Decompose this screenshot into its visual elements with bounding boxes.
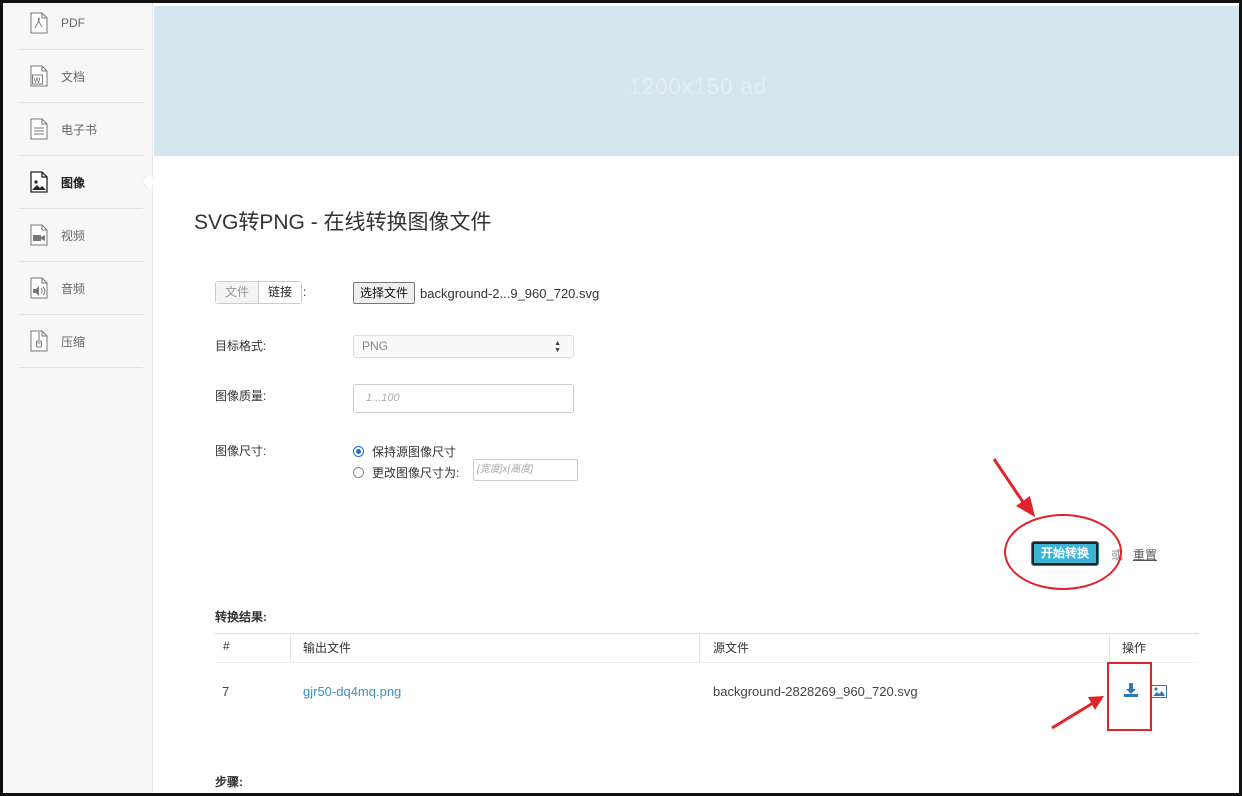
- tab-link[interactable]: 链接: [259, 282, 302, 303]
- results-label: 转换结果:: [215, 610, 267, 624]
- sidebar-item-documents[interactable]: W 文档: [19, 50, 143, 103]
- custom-size-input[interactable]: [宽度]x[高度]: [473, 459, 578, 481]
- source-colon: :: [303, 285, 307, 299]
- source-tabs: 文件 链接: [215, 281, 303, 304]
- size-change-option[interactable]: 更改图像尺寸为:: [353, 464, 459, 481]
- selected-file-name: background-2...9_960_720.svg: [420, 286, 600, 301]
- target-format-select[interactable]: PNG ▲ ▼: [353, 335, 574, 358]
- column-divider: [290, 634, 291, 662]
- row-index: 7: [222, 684, 230, 699]
- col-header-source: 源文件: [713, 641, 750, 655]
- target-format-label: 目标格式:: [215, 339, 267, 353]
- sidebar-item-label: 图像: [61, 175, 86, 190]
- sidebar-item-images[interactable]: 图像: [19, 156, 143, 209]
- image-quality-input[interactable]: 1...100: [353, 384, 574, 413]
- column-divider: [699, 634, 700, 662]
- download-icon[interactable]: [1123, 683, 1139, 697]
- word-file-icon: W: [29, 64, 49, 88]
- ad-banner[interactable]: 1200x150 ad: [154, 6, 1239, 156]
- col-header-index: #: [223, 639, 230, 653]
- table-top-border: [215, 633, 1199, 634]
- app-frame: PDF W 文档 电子书 图像 视频 音频 压缩 1200x150 ad SVG…: [0, 0, 1242, 796]
- page-title: SVG转PNG - 在线转换图像文件: [194, 211, 492, 234]
- sidebar-item-label: 电子书: [61, 122, 98, 137]
- archive-file-icon: [29, 329, 49, 353]
- size-keep-label: 保持源图像尺寸: [372, 445, 457, 459]
- sidebar-item-label: 文档: [61, 69, 86, 84]
- steps-label: 步骤:: [215, 775, 243, 789]
- sidebar-item-label: PDF: [61, 16, 85, 30]
- video-file-icon: [29, 223, 49, 247]
- size-keep-radio[interactable]: [353, 446, 364, 457]
- image-size-label: 图像尺寸:: [215, 444, 267, 458]
- audio-file-icon: [29, 276, 49, 300]
- target-format-value: PNG: [362, 339, 389, 353]
- preview-image-icon[interactable]: [1151, 685, 1167, 699]
- source-file-name: background-2828269_960_720.svg: [713, 684, 918, 699]
- size-change-label: 更改图像尺寸为:: [372, 466, 460, 480]
- sidebar-item-ebooks[interactable]: 电子书: [19, 103, 143, 156]
- tab-file[interactable]: 文件: [216, 282, 260, 303]
- sidebar-item-pdf[interactable]: PDF: [19, 3, 143, 50]
- arrow-to-convert-icon: [992, 458, 1035, 517]
- start-convert-button[interactable]: 开始转换: [1031, 541, 1099, 566]
- arrow-to-download-icon: [1051, 696, 1104, 730]
- or-text: 或: [1111, 548, 1124, 562]
- sidebar-item-audio[interactable]: 音频: [19, 262, 143, 315]
- pdf-file-icon: [29, 11, 49, 35]
- col-header-actions: 操作: [1122, 641, 1147, 655]
- sidebar-item-label: 视频: [61, 228, 86, 243]
- output-file-link[interactable]: gjr50-dq4mq.png: [303, 684, 401, 699]
- sidebar: PDF W 文档 电子书 图像 视频 音频 压缩: [3, 3, 153, 793]
- image-quality-label: 图像质量:: [215, 389, 267, 403]
- sidebar-item-video[interactable]: 视频: [19, 209, 143, 262]
- ebook-file-icon: [29, 117, 49, 141]
- col-header-output: 输出文件: [303, 641, 352, 655]
- column-divider: [1109, 634, 1110, 662]
- size-change-radio[interactable]: [353, 467, 364, 478]
- size-keep-option[interactable]: 保持源图像尺寸: [353, 443, 456, 460]
- sidebar-item-label: 音频: [61, 281, 86, 296]
- select-arrows-icon: ▲ ▼: [554, 340, 561, 354]
- choose-file-button[interactable]: 选择文件: [353, 282, 416, 304]
- svg-text:W: W: [34, 77, 41, 85]
- sidebar-item-archives[interactable]: 压缩: [19, 315, 143, 368]
- sidebar-item-label: 压缩: [61, 334, 86, 349]
- image-file-icon: [29, 170, 49, 194]
- table-header-border: [215, 662, 1199, 663]
- banner-placeholder-text: 1200x150 ad: [628, 74, 768, 99]
- reset-link[interactable]: 重置: [1133, 546, 1157, 563]
